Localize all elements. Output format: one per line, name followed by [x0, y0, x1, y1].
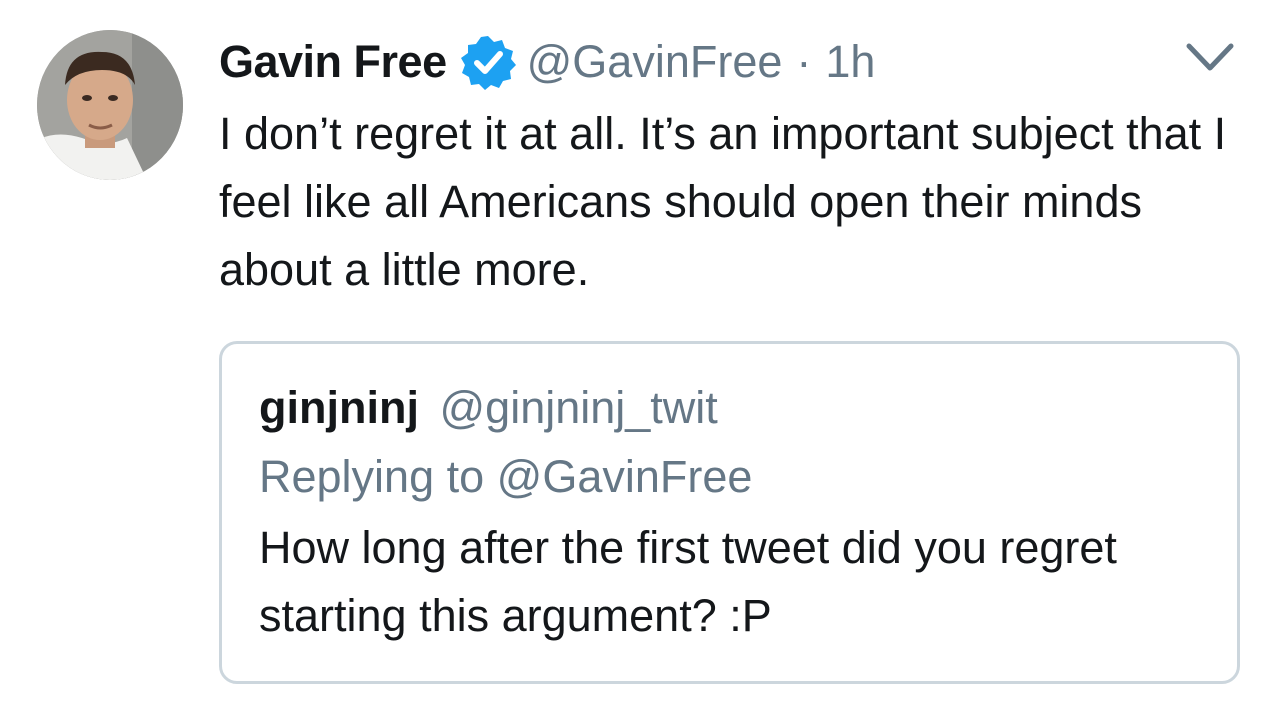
tweet[interactable]: Gavin Free @GavinFree · 1h I don’t regre… — [0, 0, 1280, 710]
quoted-tweet-text: How long after the first tweet did you r… — [259, 522, 1117, 641]
quoted-author-name: ginjninj — [259, 382, 419, 433]
avatar-photo — [37, 30, 183, 180]
verified-badge-icon — [459, 33, 517, 91]
author-name[interactable]: Gavin Free — [219, 36, 447, 88]
tweet-text: I don’t regret it at all. It’s an import… — [219, 108, 1227, 295]
quoted-replying-to: Replying to @GavinFree — [259, 451, 753, 502]
tweet-header: Gavin Free @GavinFree · 1h — [219, 32, 875, 92]
author-handle[interactable]: @GavinFree — [527, 36, 783, 88]
quoted-tweet-header: ginjninj @ginjninj_twit — [259, 382, 718, 434]
avatar[interactable] — [37, 30, 183, 180]
quoted-author-handle: @ginjninj_twit — [439, 382, 718, 433]
separator-dot: · — [796, 36, 812, 87]
tweet-timestamp[interactable]: 1h — [825, 36, 875, 88]
quoted-tweet[interactable]: ginjninj @ginjninj_twit Replying to @Gav… — [219, 341, 1240, 684]
chevron-down-icon[interactable] — [1183, 40, 1237, 76]
